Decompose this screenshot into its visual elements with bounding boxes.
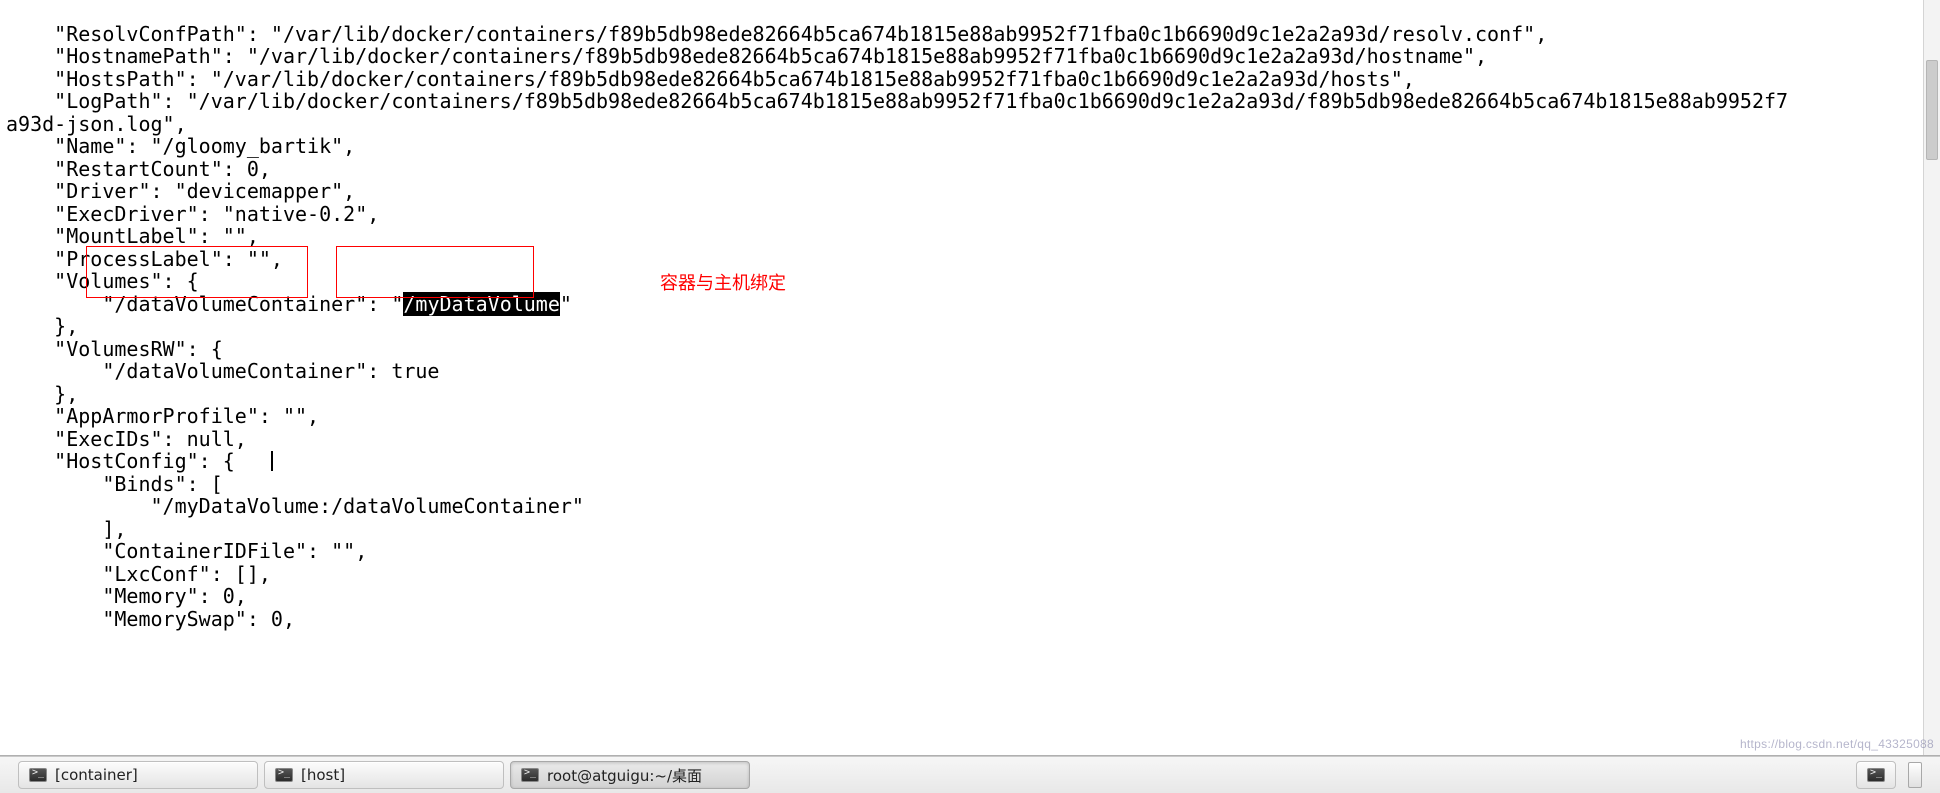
- terminal-output: "ResolvConfPath": "/var/lib/docker/conta…: [0, 0, 1940, 630]
- terminal-line: "ContainerIDFile": "",: [6, 539, 367, 563]
- taskbar: [container] [host] root@atguigu:~/桌面: [0, 756, 1940, 793]
- terminal-icon: [521, 768, 539, 782]
- terminal-line: "Binds": [: [6, 472, 223, 496]
- terminal-line: "/myDataVolume:/dataVolumeContainer": [6, 494, 584, 518]
- annotation-box-volume-value: [336, 246, 534, 298]
- terminal-line: "/dataVolumeContainer": true: [6, 359, 439, 383]
- terminal-icon: [29, 768, 47, 782]
- text-cursor-icon: [271, 451, 273, 471]
- hostconfig-text: "HostConfig": {: [6, 449, 271, 473]
- terminal-line: "ExecDriver": "native-0.2",: [6, 202, 379, 226]
- taskbar-item-label: root@atguigu:~/桌面: [547, 765, 702, 786]
- taskbar-item-host[interactable]: [host]: [264, 761, 504, 789]
- terminal-line: "RestartCount": 0,: [6, 157, 271, 181]
- taskbar-item-root-desktop[interactable]: root@atguigu:~/桌面: [510, 761, 750, 789]
- terminal-window[interactable]: "ResolvConfPath": "/var/lib/docker/conta…: [0, 0, 1940, 756]
- taskbar-item-container[interactable]: [container]: [18, 761, 258, 789]
- taskbar-item-label: [container]: [55, 766, 138, 784]
- terminal-line: "Name": "/gloomy_bartik",: [6, 134, 355, 158]
- annotation-box-volume-key: [86, 246, 308, 298]
- taskbar-tray-terminal[interactable]: [1856, 761, 1896, 789]
- terminal-line: },: [6, 314, 78, 338]
- terminal-line: },: [6, 382, 78, 406]
- terminal-line: "ExecIDs": null,: [6, 427, 247, 451]
- scrollbar[interactable]: [1923, 0, 1940, 756]
- terminal-line: "HostnamePath": "/var/lib/docker/contain…: [6, 44, 1487, 68]
- terminal-line: a93d-json.log",: [6, 112, 187, 136]
- terminal-line: "VolumesRW": {: [6, 337, 223, 361]
- taskbar-item-label: [host]: [301, 766, 345, 784]
- scrollbar-thumb[interactable]: [1926, 60, 1938, 160]
- terminal-line: "HostConfig": {: [6, 449, 273, 473]
- terminal-line: "AppArmorProfile": "",: [6, 404, 319, 428]
- terminal-line: "MountLabel": "",: [6, 224, 259, 248]
- terminal-line: "Driver": "devicemapper",: [6, 179, 355, 203]
- terminal-line: "LxcConf": [],: [6, 562, 271, 586]
- terminal-line: "LogPath": "/var/lib/docker/containers/f…: [6, 89, 1788, 113]
- watermark-text: https://blog.csdn.net/qq_43325088: [1740, 737, 1934, 751]
- terminal-line: "MemorySwap": 0,: [6, 607, 295, 631]
- terminal-icon: [1867, 768, 1885, 782]
- annotation-label: 容器与主机绑定: [660, 272, 786, 295]
- volumes-tail-text: ": [560, 292, 572, 316]
- show-desktop-button[interactable]: [1908, 762, 1922, 788]
- terminal-icon: [275, 768, 293, 782]
- terminal-line: "Memory": 0,: [6, 584, 247, 608]
- terminal-line: ],: [6, 517, 126, 541]
- terminal-line: "ResolvConfPath": "/var/lib/docker/conta…: [6, 22, 1547, 46]
- terminal-line: "HostsPath": "/var/lib/docker/containers…: [6, 67, 1415, 91]
